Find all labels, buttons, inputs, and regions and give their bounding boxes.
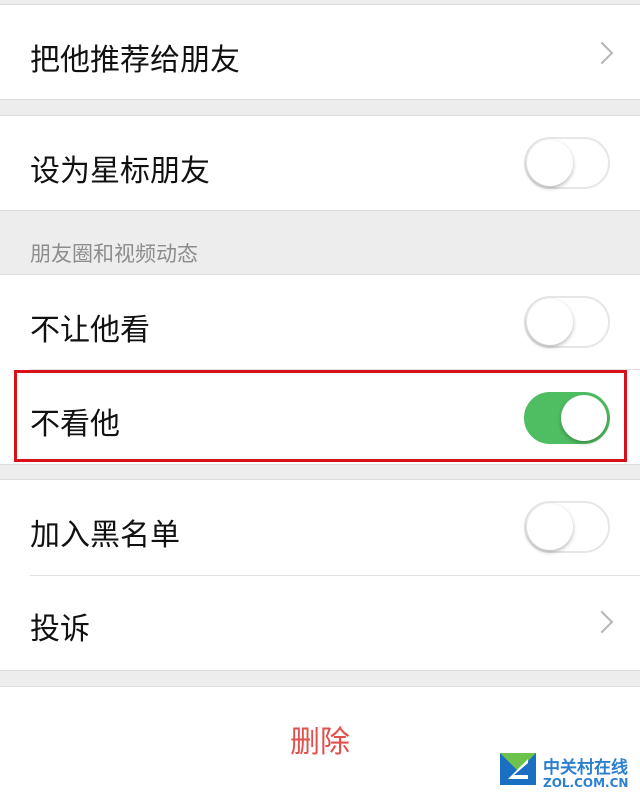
blacklist-label: 加入黑名单 xyxy=(30,518,180,553)
safety-group: 加入黑名单 投诉 xyxy=(0,479,640,671)
hide-from-label: 不让他看 xyxy=(30,313,150,348)
blacklist-toggle[interactable] xyxy=(524,501,610,553)
chevron-right-icon xyxy=(590,610,614,634)
watermark-url: ZOL.COM.CN xyxy=(543,776,629,790)
hide-from-toggle[interactable] xyxy=(524,296,610,348)
toggle-knob xyxy=(527,140,573,186)
chevron-right-icon xyxy=(590,41,614,65)
recommend-label: 把他推荐给朋友 xyxy=(30,43,240,78)
highlight-box xyxy=(14,370,627,462)
star-friend-row: 设为星标朋友 xyxy=(0,115,640,211)
report-row[interactable]: 投诉 xyxy=(0,576,640,670)
moments-section-title: 朋友圈和视频动态 xyxy=(30,242,198,266)
zol-logo-icon xyxy=(500,753,536,785)
report-label: 投诉 xyxy=(30,612,90,647)
recommend-to-friend-row[interactable]: 把他推荐给朋友 xyxy=(0,4,640,100)
star-friend-label: 设为星标朋友 xyxy=(30,154,210,189)
watermark-brand: 中关村在线 xyxy=(543,758,628,778)
toggle-knob xyxy=(527,504,573,550)
star-friend-toggle[interactable] xyxy=(524,137,610,189)
toggle-knob xyxy=(527,299,573,345)
